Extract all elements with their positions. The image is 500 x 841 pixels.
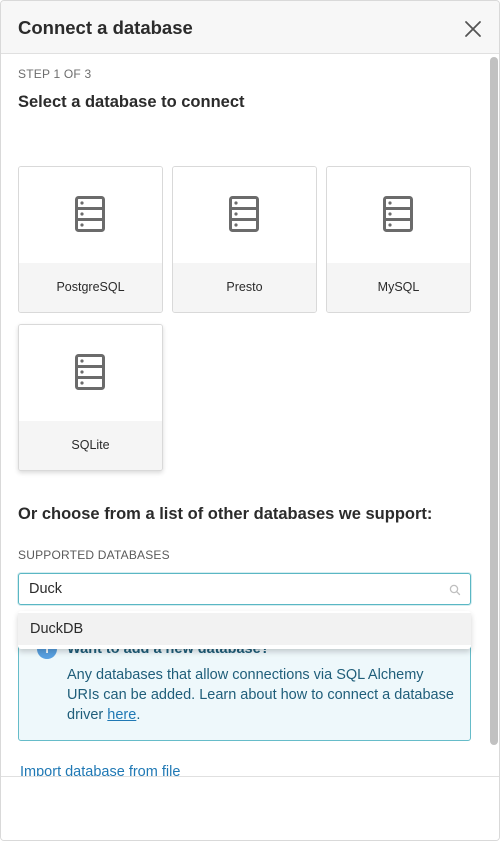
db-card-postgresql[interactable]: PostgreSQL — [18, 166, 163, 313]
modal-footer — [1, 776, 499, 840]
db-card-label: MySQL — [377, 280, 420, 294]
close-icon[interactable] — [462, 18, 484, 40]
modal-title: Connect a database — [18, 17, 193, 38]
database-search-input[interactable] — [29, 579, 429, 599]
other-databases-heading: Or choose from a list of other databases… — [18, 505, 433, 523]
supported-databases-label: SUPPORTED DATABASES — [18, 548, 170, 562]
db-card-label: Presto — [226, 280, 263, 294]
supported-databases-select[interactable] — [18, 573, 471, 605]
db-card-label: SQLite — [71, 438, 110, 452]
database-icon — [383, 196, 413, 232]
db-card-label: PostgreSQL — [56, 280, 125, 294]
step-indicator: STEP 1 OF 3 — [18, 67, 92, 81]
database-icon — [229, 196, 259, 232]
alert-body: Any databases that allow connections via… — [67, 667, 454, 723]
dropdown-option-label: DuckDB — [30, 621, 84, 637]
search-icon — [449, 584, 461, 596]
database-icon — [75, 354, 105, 390]
driver-help-link[interactable]: here — [107, 707, 136, 723]
modal-header: Connect a database — [1, 1, 499, 54]
database-dropdown: DuckDB — [18, 611, 471, 649]
db-card-mysql[interactable]: MySQL — [326, 166, 471, 313]
dropdown-option-duckdb[interactable]: DuckDB — [18, 613, 471, 645]
db-card-presto[interactable]: Presto — [172, 166, 317, 313]
connect-database-modal: Connect a database STEP 1 OF 3 Select a … — [0, 0, 500, 841]
section-title: Select a database to connect — [18, 93, 245, 111]
scrollbar[interactable] — [490, 57, 498, 745]
db-card-sqlite[interactable]: SQLite — [18, 324, 163, 471]
database-icon — [75, 196, 105, 232]
